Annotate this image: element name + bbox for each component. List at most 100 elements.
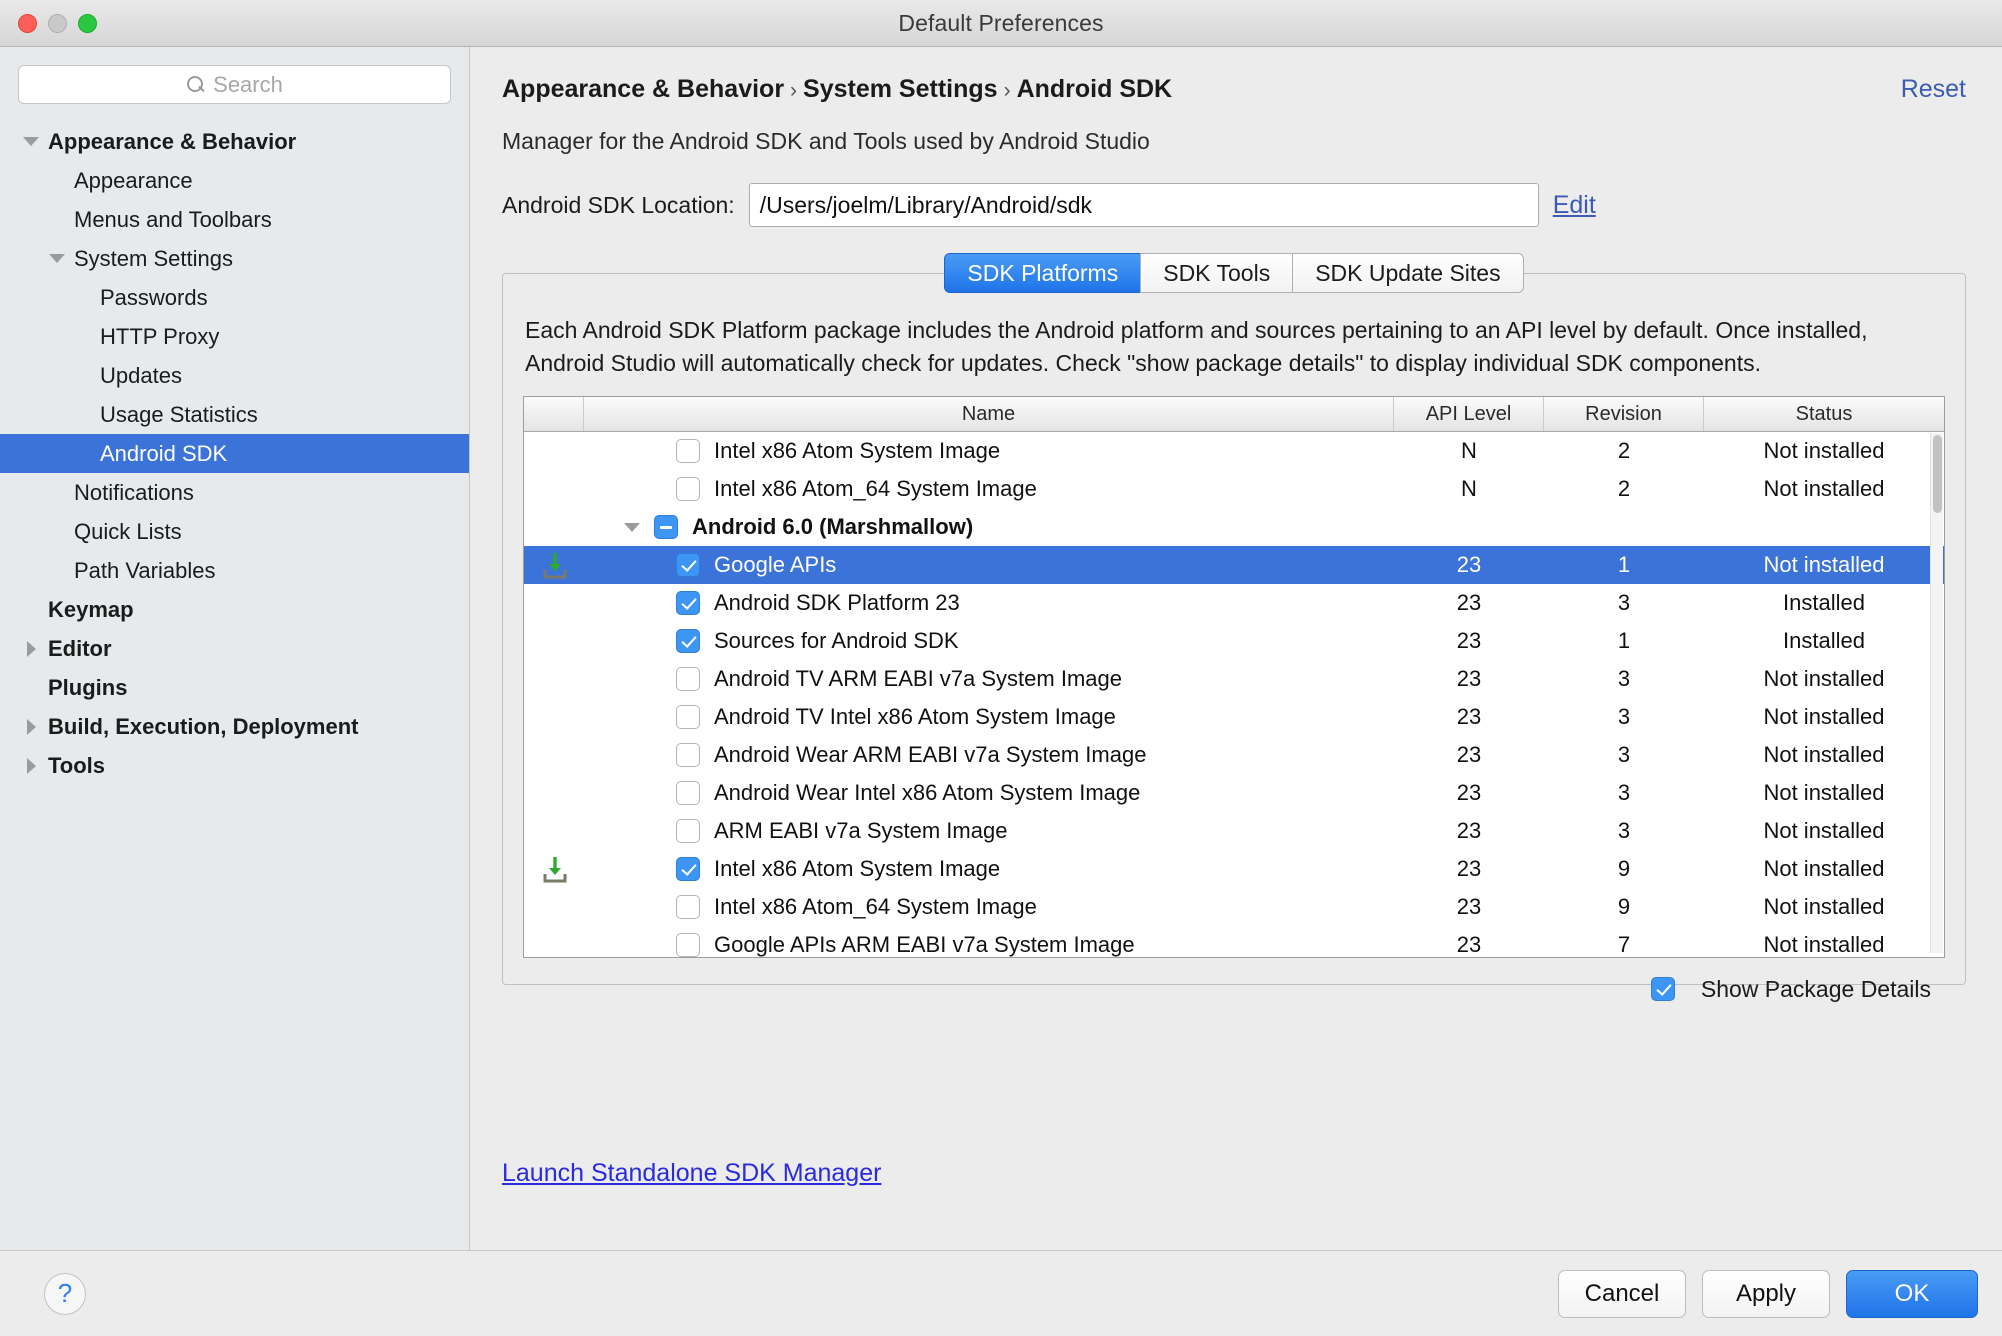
revision-cell: 3 xyxy=(1617,704,1631,730)
sidebar-item-updates[interactable]: Updates xyxy=(0,356,469,395)
apply-button[interactable]: Apply xyxy=(1702,1269,1830,1318)
sidebar-item-passwords[interactable]: Passwords xyxy=(0,278,469,317)
sidebar-item-appearance-behavior[interactable]: Appearance & Behavior xyxy=(0,122,469,161)
window-body: Search Appearance & Behavior Appearance Me… xyxy=(0,47,2002,1250)
table-row[interactable]: Sources for Android SDK 23 1 Installed xyxy=(524,622,1944,660)
package-checkbox[interactable] xyxy=(654,515,678,540)
sidebar-item-build-execution-deployment[interactable]: Build, Execution, Deployment xyxy=(0,707,469,746)
package-name: Intel x86 Atom_64 System Image xyxy=(714,894,1037,920)
package-checkbox[interactable] xyxy=(676,591,700,616)
breadcrumb-part-3[interactable]: Android SDK xyxy=(1017,75,1173,103)
tab-sdk-tools[interactable]: SDK Tools xyxy=(1140,253,1293,293)
panel-footer: Show Package Details xyxy=(523,958,1945,1020)
table-row[interactable]: Google APIs 23 1 Not installed xyxy=(524,546,1944,585)
status-cell xyxy=(1704,508,1944,546)
table-scrollbar[interactable] xyxy=(1930,433,1943,954)
ok-button[interactable]: OK xyxy=(1846,1269,1978,1318)
package-checkbox[interactable] xyxy=(676,477,700,502)
table-row[interactable]: Intel x86 Atom System Image 23 9 Not instal… xyxy=(524,850,1944,888)
package-checkbox[interactable] xyxy=(676,553,700,578)
scrollbar-thumb[interactable] xyxy=(1933,435,1942,514)
package-checkbox[interactable] xyxy=(676,629,700,654)
package-name-cell: Android TV ARM EABI v7a System Image xyxy=(584,660,1394,698)
chevron-down-icon[interactable] xyxy=(624,522,640,532)
row-icon-slot xyxy=(524,508,584,546)
table-row[interactable]: Android 6.0 (Marshmallow) xyxy=(524,508,1944,546)
chevron-right-icon[interactable] xyxy=(18,718,44,735)
table-row[interactable]: Android Wear Intel x86 Atom System Image… xyxy=(524,774,1944,812)
status-cell: Not installed xyxy=(1763,742,1885,768)
tab-sdk-platforms[interactable]: SDK Platforms xyxy=(944,253,1141,293)
package-checkbox[interactable] xyxy=(676,705,700,730)
package-checkbox[interactable] xyxy=(676,857,700,882)
package-name: Android 6.0 (Marshmallow) xyxy=(692,514,974,540)
api-level-cell: 23 xyxy=(1456,704,1482,730)
column-header-api-level[interactable]: API Level xyxy=(1394,397,1544,432)
package-name: Android SDK Platform 23 xyxy=(714,590,960,616)
revision-cell: 3 xyxy=(1617,780,1631,806)
show-package-details-label[interactable]: Show Package Details xyxy=(1701,976,1931,1003)
table-row[interactable]: Android TV ARM EABI v7a System Image 23 3 N… xyxy=(524,660,1944,698)
sidebar-item-system-settings[interactable]: System Settings xyxy=(0,239,469,278)
launch-standalone-sdk-manager-link[interactable]: Launch Standalone SDK Manager xyxy=(502,1159,881,1188)
status-cell: Not installed xyxy=(1763,476,1885,502)
package-checkbox[interactable] xyxy=(676,895,700,920)
footer-buttons: Cancel Apply OK xyxy=(1558,1269,1978,1318)
breadcrumb-part-2[interactable]: System Settings xyxy=(803,75,998,103)
package-checkbox[interactable] xyxy=(676,439,700,464)
chevron-down-icon[interactable] xyxy=(18,137,44,146)
sidebar-item-keymap[interactable]: Keymap xyxy=(0,590,469,629)
table-row[interactable]: Intel x86 Atom_64 System Image N 2 Not inst… xyxy=(524,470,1944,508)
revision-cell xyxy=(1544,508,1704,546)
sidebar-item-android-sdk[interactable]: Android SDK xyxy=(0,434,469,473)
chevron-right-icon[interactable] xyxy=(18,640,44,657)
sidebar-item-usage-statistics[interactable]: Usage Statistics xyxy=(0,395,469,434)
window-title: Default Preferences xyxy=(898,9,1104,36)
table-row[interactable]: Android Wear ARM EABI v7a System Image 23… xyxy=(524,736,1944,774)
sidebar-item-path-variables[interactable]: Path Variables xyxy=(0,551,469,590)
chevron-down-icon[interactable] xyxy=(44,254,70,263)
column-header-name[interactable]: Name xyxy=(584,397,1394,432)
page-subtitle: Manager for the Android SDK and Tools us… xyxy=(502,128,1150,154)
edit-sdk-location-link[interactable]: Edit xyxy=(1553,191,1596,220)
chevron-right-icon[interactable] xyxy=(18,757,44,774)
table-row[interactable]: Intel x86 Atom_64 System Image 23 9 Not ins… xyxy=(524,888,1944,926)
show-package-details-checkbox[interactable] xyxy=(1650,977,1675,1002)
breadcrumb-part-1[interactable]: Appearance & Behavior xyxy=(502,75,784,103)
sdk-location-input[interactable]: /Users/joelm/Library/Android/sdk xyxy=(748,183,1539,227)
package-checkbox[interactable] xyxy=(676,933,700,958)
sidebar-item-label: Quick Lists xyxy=(74,518,182,544)
title-bar: Default Preferences xyxy=(0,0,2002,47)
sidebar-item-notifications[interactable]: Notifications xyxy=(0,473,469,512)
column-header-revision[interactable]: Revision xyxy=(1544,397,1704,432)
package-checkbox[interactable] xyxy=(676,819,700,844)
table-row[interactable]: Android TV Intel x86 Atom System Image 23… xyxy=(524,698,1944,736)
sidebar-item-plugins[interactable]: Plugins xyxy=(0,668,469,707)
revision-cell: 3 xyxy=(1617,818,1631,844)
package-checkbox[interactable] xyxy=(676,743,700,768)
cancel-button[interactable]: Cancel xyxy=(1558,1269,1686,1318)
help-button[interactable]: ? xyxy=(44,1272,86,1315)
search-input[interactable]: Search xyxy=(18,65,451,104)
table-row[interactable]: Android SDK Platform 23 23 3 Installed xyxy=(524,584,1944,622)
sidebar-item-editor[interactable]: Editor xyxy=(0,629,469,668)
sidebar-item-label: Android SDK xyxy=(100,440,228,466)
status-cell: Not installed xyxy=(1763,856,1885,882)
package-checkbox[interactable] xyxy=(676,667,700,692)
breadcrumb-row: Appearance & Behavior › System Settings › An… xyxy=(502,75,1966,104)
table-row[interactable]: Google APIs ARM EABI v7a System Image 23 7… xyxy=(524,926,1944,958)
sidebar-item-menus-and-toolbars[interactable]: Menus and Toolbars xyxy=(0,200,469,239)
column-header-status[interactable]: Status xyxy=(1704,397,1944,431)
revision-cell: 2 xyxy=(1617,438,1631,464)
reset-link[interactable]: Reset xyxy=(1901,75,1966,104)
sidebar-item-appearance[interactable]: Appearance xyxy=(0,161,469,200)
tab-sdk-update-sites[interactable]: SDK Update Sites xyxy=(1292,253,1524,293)
table-row[interactable]: ARM EABI v7a System Image 23 3 Not installe… xyxy=(524,812,1944,850)
api-level-cell: N xyxy=(1461,476,1477,502)
sidebar-item-label: Appearance xyxy=(74,167,193,193)
sidebar-item-tools[interactable]: Tools xyxy=(0,746,469,785)
sidebar-item-quick-lists[interactable]: Quick Lists xyxy=(0,512,469,551)
package-checkbox[interactable] xyxy=(676,781,700,806)
table-row[interactable]: Intel x86 Atom System Image N 2 Not install… xyxy=(524,432,1944,470)
sidebar-item-http-proxy[interactable]: HTTP Proxy xyxy=(0,317,469,356)
